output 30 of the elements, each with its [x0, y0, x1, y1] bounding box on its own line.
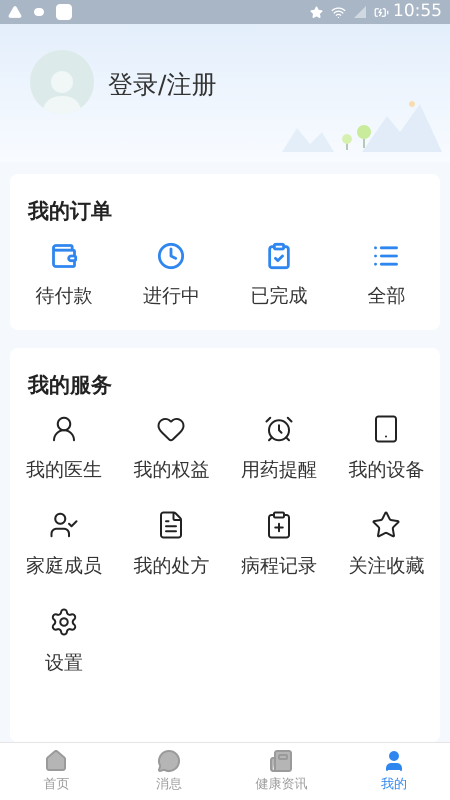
section-title: 我的订单 [28, 198, 113, 225]
star-icon [371, 510, 402, 540]
service-item[interactable]: 病程记录 [225, 510, 332, 580]
home-icon [44, 748, 68, 773]
order-status-item[interactable]: 全部 [332, 242, 440, 310]
login-link[interactable]: 登录/注册 [108, 66, 216, 104]
signal-icon [354, 6, 366, 18]
order-status-item[interactable]: 待付款 [10, 242, 118, 310]
wallet-icon [50, 242, 78, 270]
chat-icon [156, 748, 181, 773]
clock-icon [157, 242, 186, 270]
newspaper-icon [269, 748, 294, 773]
star-icon [310, 6, 323, 18]
tab[interactable]: 我的 [338, 743, 450, 800]
service-item[interactable]: 家庭成员 [10, 510, 118, 580]
app-icon [56, 4, 72, 20]
order-status-item[interactable]: 已完成 [225, 242, 332, 310]
section-title: 我的服务 [26, 372, 113, 399]
service-item[interactable]: 我的处方 [118, 510, 225, 580]
service-item[interactable]: 我的医生 [10, 414, 118, 484]
service-item[interactable]: 关注收藏 [332, 510, 440, 580]
service-item[interactable]: 设置 [10, 606, 118, 677]
person-check-icon [48, 510, 79, 540]
service-item[interactable]: 我的权益 [118, 414, 225, 484]
wifi-icon [331, 4, 346, 20]
order-status-item[interactable]: 进行中 [118, 242, 225, 310]
service-item[interactable]: 我的设备 [332, 414, 440, 484]
clock-time: 10:55 [393, 0, 442, 24]
service-item[interactable]: 用药提醒 [225, 414, 332, 484]
alarm-clock-icon [264, 414, 294, 444]
